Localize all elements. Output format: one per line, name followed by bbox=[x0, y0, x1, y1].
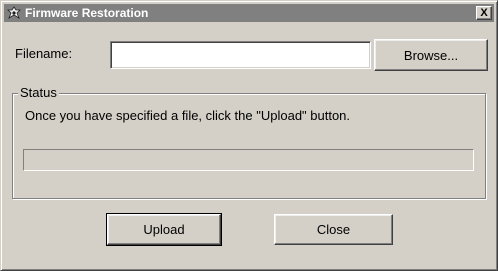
upload-button[interactable]: Upload bbox=[106, 213, 222, 246]
title-close-button[interactable]: X bbox=[476, 6, 492, 20]
window-title: Firmware Restoration bbox=[25, 6, 149, 20]
upload-progress-bar bbox=[23, 149, 474, 171]
upload-button-label: Upload bbox=[143, 222, 185, 237]
close-button[interactable]: Close bbox=[274, 214, 393, 245]
browse-button-label: Browse... bbox=[403, 47, 459, 63]
close-icon: X bbox=[480, 7, 488, 19]
close-button-label: Close bbox=[316, 222, 351, 237]
firmware-restoration-window: Firmware Restoration X Filename: Browse.… bbox=[0, 0, 498, 271]
status-group-label: Status bbox=[18, 85, 59, 100]
title-bar[interactable]: Firmware Restoration X bbox=[4, 4, 494, 22]
browse-button[interactable]: Browse... bbox=[374, 39, 488, 71]
filename-label: Filename: bbox=[15, 46, 73, 61]
status-message: Once you have specified a file, click th… bbox=[25, 108, 351, 123]
filename-input[interactable] bbox=[110, 41, 371, 69]
firmware-restoration-icon bbox=[6, 5, 22, 21]
